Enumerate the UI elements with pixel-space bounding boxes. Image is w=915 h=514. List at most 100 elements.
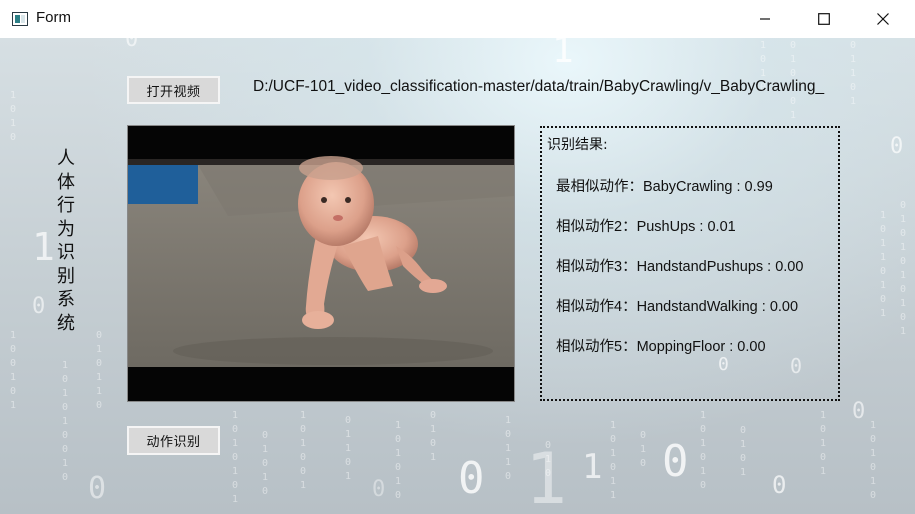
svg-text:0: 0 xyxy=(395,434,401,445)
svg-text:1: 1 xyxy=(32,225,55,269)
form-client-area: 1 0 0 1 0 0 1 1 0 0 0 0 0 0 0 1 0 1 0 1 0 0 1 0… xyxy=(0,38,915,514)
minimize-button[interactable] xyxy=(736,0,794,38)
svg-text:1: 1 xyxy=(345,471,351,482)
svg-text:1: 1 xyxy=(395,448,401,459)
result-line-top3: 相似动作3：HandstandPushups : 0.00 xyxy=(556,259,804,275)
recognize-action-button[interactable]: 动作识别 xyxy=(127,426,220,455)
svg-text:0: 0 xyxy=(96,358,102,369)
svg-text:1: 1 xyxy=(505,415,511,426)
result-line-top5: 相似动作5：MoppingFloor : 0.00 xyxy=(556,339,766,355)
svg-text:0: 0 xyxy=(890,134,903,159)
svg-text:0: 0 xyxy=(10,358,16,369)
svg-text:1: 1 xyxy=(505,457,511,468)
svg-text:0: 0 xyxy=(32,294,45,319)
svg-text:1: 1 xyxy=(880,238,886,249)
close-icon xyxy=(877,13,889,25)
svg-text:1: 1 xyxy=(850,54,856,65)
video-frame xyxy=(128,126,514,401)
svg-text:0: 0 xyxy=(262,430,268,441)
svg-text:1: 1 xyxy=(900,298,906,309)
svg-text:0: 0 xyxy=(900,228,906,239)
close-button[interactable] xyxy=(854,0,912,38)
svg-text:0: 0 xyxy=(505,471,511,482)
svg-text:1: 1 xyxy=(820,466,826,477)
svg-text:1: 1 xyxy=(10,400,16,411)
svg-text:0: 0 xyxy=(900,312,906,323)
svg-text:0: 0 xyxy=(300,452,306,463)
svg-text:1: 1 xyxy=(790,54,796,65)
svg-text:1: 1 xyxy=(232,494,238,505)
svg-text:1: 1 xyxy=(900,214,906,225)
svg-text:0: 0 xyxy=(790,40,796,51)
svg-text:0: 0 xyxy=(640,458,646,469)
svg-text:1: 1 xyxy=(10,330,16,341)
svg-text:0: 0 xyxy=(430,410,436,421)
svg-text:1: 1 xyxy=(345,429,351,440)
svg-text:0: 0 xyxy=(88,471,106,506)
svg-text:0: 0 xyxy=(870,434,876,445)
svg-text:1: 1 xyxy=(395,420,401,431)
svg-text:1: 1 xyxy=(610,490,616,501)
svg-text:1: 1 xyxy=(430,452,436,463)
video-path-label: D:/UCF-101_video_classification-master/d… xyxy=(253,78,825,95)
svg-text:1: 1 xyxy=(545,454,551,465)
svg-text:0: 0 xyxy=(610,434,616,445)
svg-text:0: 0 xyxy=(772,471,786,499)
svg-text:1: 1 xyxy=(10,118,16,129)
svg-text:0: 0 xyxy=(96,400,102,411)
app-window-icon xyxy=(12,12,28,26)
svg-text:0: 0 xyxy=(430,438,436,449)
svg-text:0: 0 xyxy=(232,452,238,463)
svg-text:1: 1 xyxy=(505,443,511,454)
svg-text:0: 0 xyxy=(10,344,16,355)
svg-text:1: 1 xyxy=(262,472,268,483)
svg-text:1: 1 xyxy=(870,420,876,431)
title-bar: Form xyxy=(0,0,915,39)
svg-text:1: 1 xyxy=(610,448,616,459)
svg-text:0: 0 xyxy=(740,425,746,436)
svg-text:0: 0 xyxy=(345,415,351,426)
svg-text:0: 0 xyxy=(700,480,706,491)
svg-text:0: 0 xyxy=(900,256,906,267)
svg-text:0: 0 xyxy=(125,38,138,52)
svg-text:1: 1 xyxy=(700,466,706,477)
svg-text:0: 0 xyxy=(850,40,856,51)
maximize-button[interactable] xyxy=(795,0,853,38)
svg-text:0: 0 xyxy=(880,294,886,305)
open-video-button[interactable]: 打开视频 xyxy=(127,76,220,104)
result-line-top4: 相似动作4：HandstandWalking : 0.00 xyxy=(556,299,799,315)
svg-text:1: 1 xyxy=(10,90,16,101)
svg-text:0: 0 xyxy=(10,132,16,143)
svg-text:0: 0 xyxy=(662,436,689,487)
svg-text:1: 1 xyxy=(850,96,856,107)
svg-text:1: 1 xyxy=(640,444,646,455)
svg-text:0: 0 xyxy=(10,386,16,397)
svg-text:1: 1 xyxy=(900,270,906,281)
svg-text:1: 1 xyxy=(740,439,746,450)
video-display xyxy=(127,125,515,402)
svg-text:1: 1 xyxy=(870,448,876,459)
svg-text:1: 1 xyxy=(62,360,68,371)
svg-text:0: 0 xyxy=(640,430,646,441)
svg-text:1: 1 xyxy=(700,410,706,421)
svg-text:0: 0 xyxy=(700,452,706,463)
svg-text:0: 0 xyxy=(820,424,826,435)
svg-text:0: 0 xyxy=(852,399,865,424)
svg-text:0: 0 xyxy=(870,462,876,473)
svg-text:1: 1 xyxy=(300,410,306,421)
svg-text:0: 0 xyxy=(900,284,906,295)
svg-text:1: 1 xyxy=(232,438,238,449)
svg-text:0: 0 xyxy=(740,453,746,464)
svg-text:1: 1 xyxy=(96,344,102,355)
svg-text:1: 1 xyxy=(900,326,906,337)
svg-text:1: 1 xyxy=(850,68,856,79)
svg-text:0: 0 xyxy=(395,490,401,501)
svg-text:1: 1 xyxy=(880,252,886,263)
svg-text:0: 0 xyxy=(700,424,706,435)
svg-text:0: 0 xyxy=(545,468,551,479)
svg-text:1: 1 xyxy=(552,38,574,71)
minimize-icon xyxy=(760,18,770,20)
svg-text:1: 1 xyxy=(820,410,826,421)
svg-text:1: 1 xyxy=(880,210,886,221)
svg-text:0: 0 xyxy=(62,374,68,385)
